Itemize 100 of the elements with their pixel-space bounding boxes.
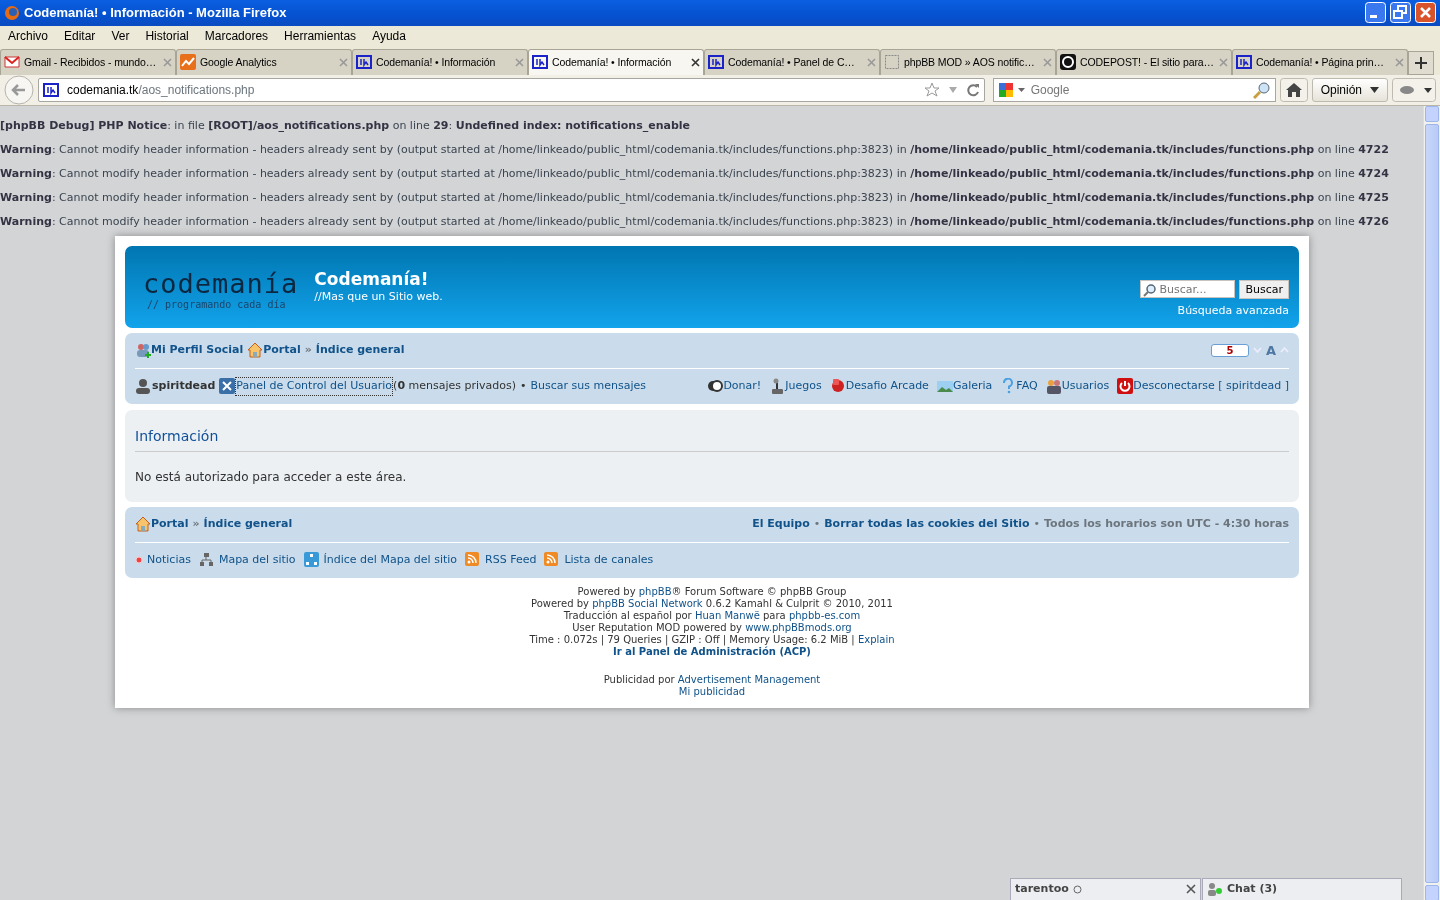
scrollbar[interactable] [1423, 105, 1440, 900]
credit-link[interactable]: Mi publicidad [678, 685, 746, 697]
close-icon[interactable] [1186, 884, 1196, 895]
search-own-posts-link[interactable]: Buscar sus mensajes [530, 378, 647, 395]
footer-link[interactable]: Mapa del sitio [218, 552, 296, 569]
menu-item[interactable]: Ver [111, 27, 130, 46]
menu-item[interactable]: Ayuda [372, 27, 406, 46]
search-button[interactable]: Buscar [1239, 280, 1289, 300]
chat-user-tab[interactable]: tarentoo [1010, 877, 1201, 900]
nav-link[interactable]: Usuarios [1061, 378, 1110, 395]
user-icon [135, 378, 151, 395]
rss-icon [465, 552, 482, 569]
site-icon [356, 54, 372, 71]
search-icon[interactable] [1252, 80, 1271, 99]
menu-item[interactable]: Historial [145, 27, 189, 46]
dot-icon [135, 556, 143, 565]
browser-tab[interactable]: Google Analytics [176, 48, 352, 75]
nav-link[interactable]: Desafio Arcade [845, 378, 929, 395]
browser-tab[interactable]: CODEPOST! - El sitio para… [1056, 48, 1232, 75]
site-title: Codemanía! [314, 268, 430, 289]
site-description: //Mas que un Sitio web. [314, 288, 443, 305]
bullet-separator: • [520, 378, 527, 395]
nav-link[interactable]: Juegos [785, 378, 822, 395]
tools-icon [219, 378, 236, 395]
footer-link[interactable]: Lista de canales [564, 552, 654, 569]
browser-tab[interactable]: Codemanía! • Panel de C… [704, 48, 880, 75]
breadcrumb-link[interactable]: Portal [151, 516, 189, 533]
footer-link[interactable]: Índice del Mapa del sitio [323, 552, 458, 569]
back-icon[interactable] [4, 74, 34, 105]
info-message: No está autorizado para acceder a este área. [135, 468, 408, 486]
logo-slogan: // programando cada día [146, 298, 287, 310]
search-field[interactable]: Buscar... [1140, 280, 1236, 299]
browser-tab[interactable]: Codemanía! • Información [352, 48, 528, 75]
credit-line: Powered by phpBB Social Network 0.6.2 Kamahl & Culprit © 2010, 2011 [531, 597, 893, 609]
restore-icon[interactable] [1390, 2, 1411, 24]
credit-line: Publicidad por Advertisement Management [603, 673, 821, 685]
browser-tab[interactable]: phpBB MOD » AOS notific… [880, 48, 1056, 75]
status-icon [1072, 884, 1082, 894]
nav-link[interactable]: Desconectarse [ spiritdead ] [1133, 378, 1289, 395]
browser-tab[interactable]: Codemanía! • Página prin… [1232, 48, 1408, 75]
close-icon[interactable] [691, 57, 700, 67]
home-icon [135, 516, 151, 533]
dropdown-icon [1370, 86, 1379, 93]
footer-link[interactable]: El Equipo [752, 516, 810, 533]
timezone-text: Todos los horarios son UTC - 4:30 horas [1044, 516, 1289, 533]
home-icon[interactable] [1279, 77, 1308, 102]
address-field[interactable]: codemania.tk/aos_notifications.php [38, 77, 985, 102]
minimize-icon[interactable] [1365, 2, 1386, 24]
window-title: Codemanía! • Información - Mozilla Firefox [24, 5, 287, 21]
nav-link[interactable]: Donar! [723, 378, 762, 395]
breadcrumb-link[interactable]: Portal [263, 342, 301, 359]
breadcrumb-link[interactable]: Índice general [203, 516, 293, 533]
sitemap-icon [198, 552, 215, 569]
nav-link[interactable]: FAQ [1016, 378, 1038, 395]
boxing-glove-icon [829, 378, 846, 395]
reload-icon[interactable] [965, 82, 980, 97]
browser-tab[interactable]: Codemanía! • Información [528, 48, 704, 75]
private-messages-text: (0 mensajes privados) [393, 378, 517, 395]
feedback-button[interactable]: Opinión [1311, 77, 1388, 102]
rss-icon [544, 552, 561, 569]
site-logo: codemanía [143, 267, 299, 299]
firefox-icon [4, 5, 20, 21]
credit-link[interactable]: Huan Manwë [694, 609, 760, 621]
blank-page-icon [884, 54, 900, 71]
profile-icon [135, 342, 151, 359]
site-icon [1236, 54, 1252, 71]
web-search-box[interactable]: Google [992, 77, 1276, 102]
error-message: Warning: Cannot modify header information - headers already sent by (output started at /home/linkeado/public_html/codemania.tk/includes/functions.php:3823) in /home/linkeado/public_html/codemania.tk/includes/functions.php on line 4722 [0, 141, 1390, 158]
new-tab-icon[interactable] [1408, 50, 1434, 75]
chat-button[interactable]: Chat (3) [1202, 877, 1402, 900]
url-text: codemania.tk/aos_notifications.php [67, 81, 255, 99]
breadcrumb-link[interactable]: Índice general [315, 342, 405, 359]
credit-link[interactable]: Ir al Panel de Administración (ACP) [613, 645, 811, 657]
footer-link[interactable]: RSS Feed [485, 552, 537, 569]
credit-link[interactable]: Explain [857, 633, 895, 645]
site-icon [532, 54, 548, 71]
credit-link[interactable]: phpBB Social Network [592, 597, 703, 609]
bullet-separator: • [1033, 516, 1041, 533]
users-icon [1045, 378, 1062, 395]
credit-link[interactable]: Advertisement Management [677, 673, 821, 685]
breadcrumb-link[interactable]: Mi Perfil Social [151, 342, 244, 359]
joystick-icon [769, 378, 786, 395]
credit-link[interactable]: www.phpBBmods.org [745, 621, 852, 633]
menu-item[interactable]: Editar [64, 27, 96, 46]
dropdown-icon[interactable] [1017, 86, 1025, 93]
star-icon[interactable] [923, 81, 940, 98]
footer-link[interactable]: Noticias [147, 552, 191, 569]
nav-link[interactable]: Galeria [952, 378, 993, 395]
credit-link[interactable]: phpbb-es.com [788, 609, 861, 621]
menu-item[interactable]: Archivo [8, 27, 48, 46]
control-panel-link[interactable]: Panel de Control del Usuario [235, 377, 394, 396]
footer-link[interactable]: Borrar todas las cookies del Sitio [824, 516, 1030, 533]
menu-item[interactable]: Herramientas [284, 27, 357, 46]
menu-item[interactable]: Marcadores [204, 27, 269, 46]
credit-line: Traducción al español por Huan Manwë para phpbb-es.com [563, 609, 861, 621]
browser-tab[interactable]: Gmail - Recibidos - mundo… [0, 48, 176, 75]
site-icon [708, 54, 724, 71]
sitemap-icon [303, 552, 320, 569]
credit-link[interactable]: phpBB [638, 585, 672, 597]
error-message: Warning: Cannot modify header information - headers already sent by (output started at /home/linkeado/public_html/codemania.tk/includes/functions.php:3823) in /home/linkeado/public_html/codemania.tk/includes/functions.php on line 4725 [0, 189, 1390, 206]
